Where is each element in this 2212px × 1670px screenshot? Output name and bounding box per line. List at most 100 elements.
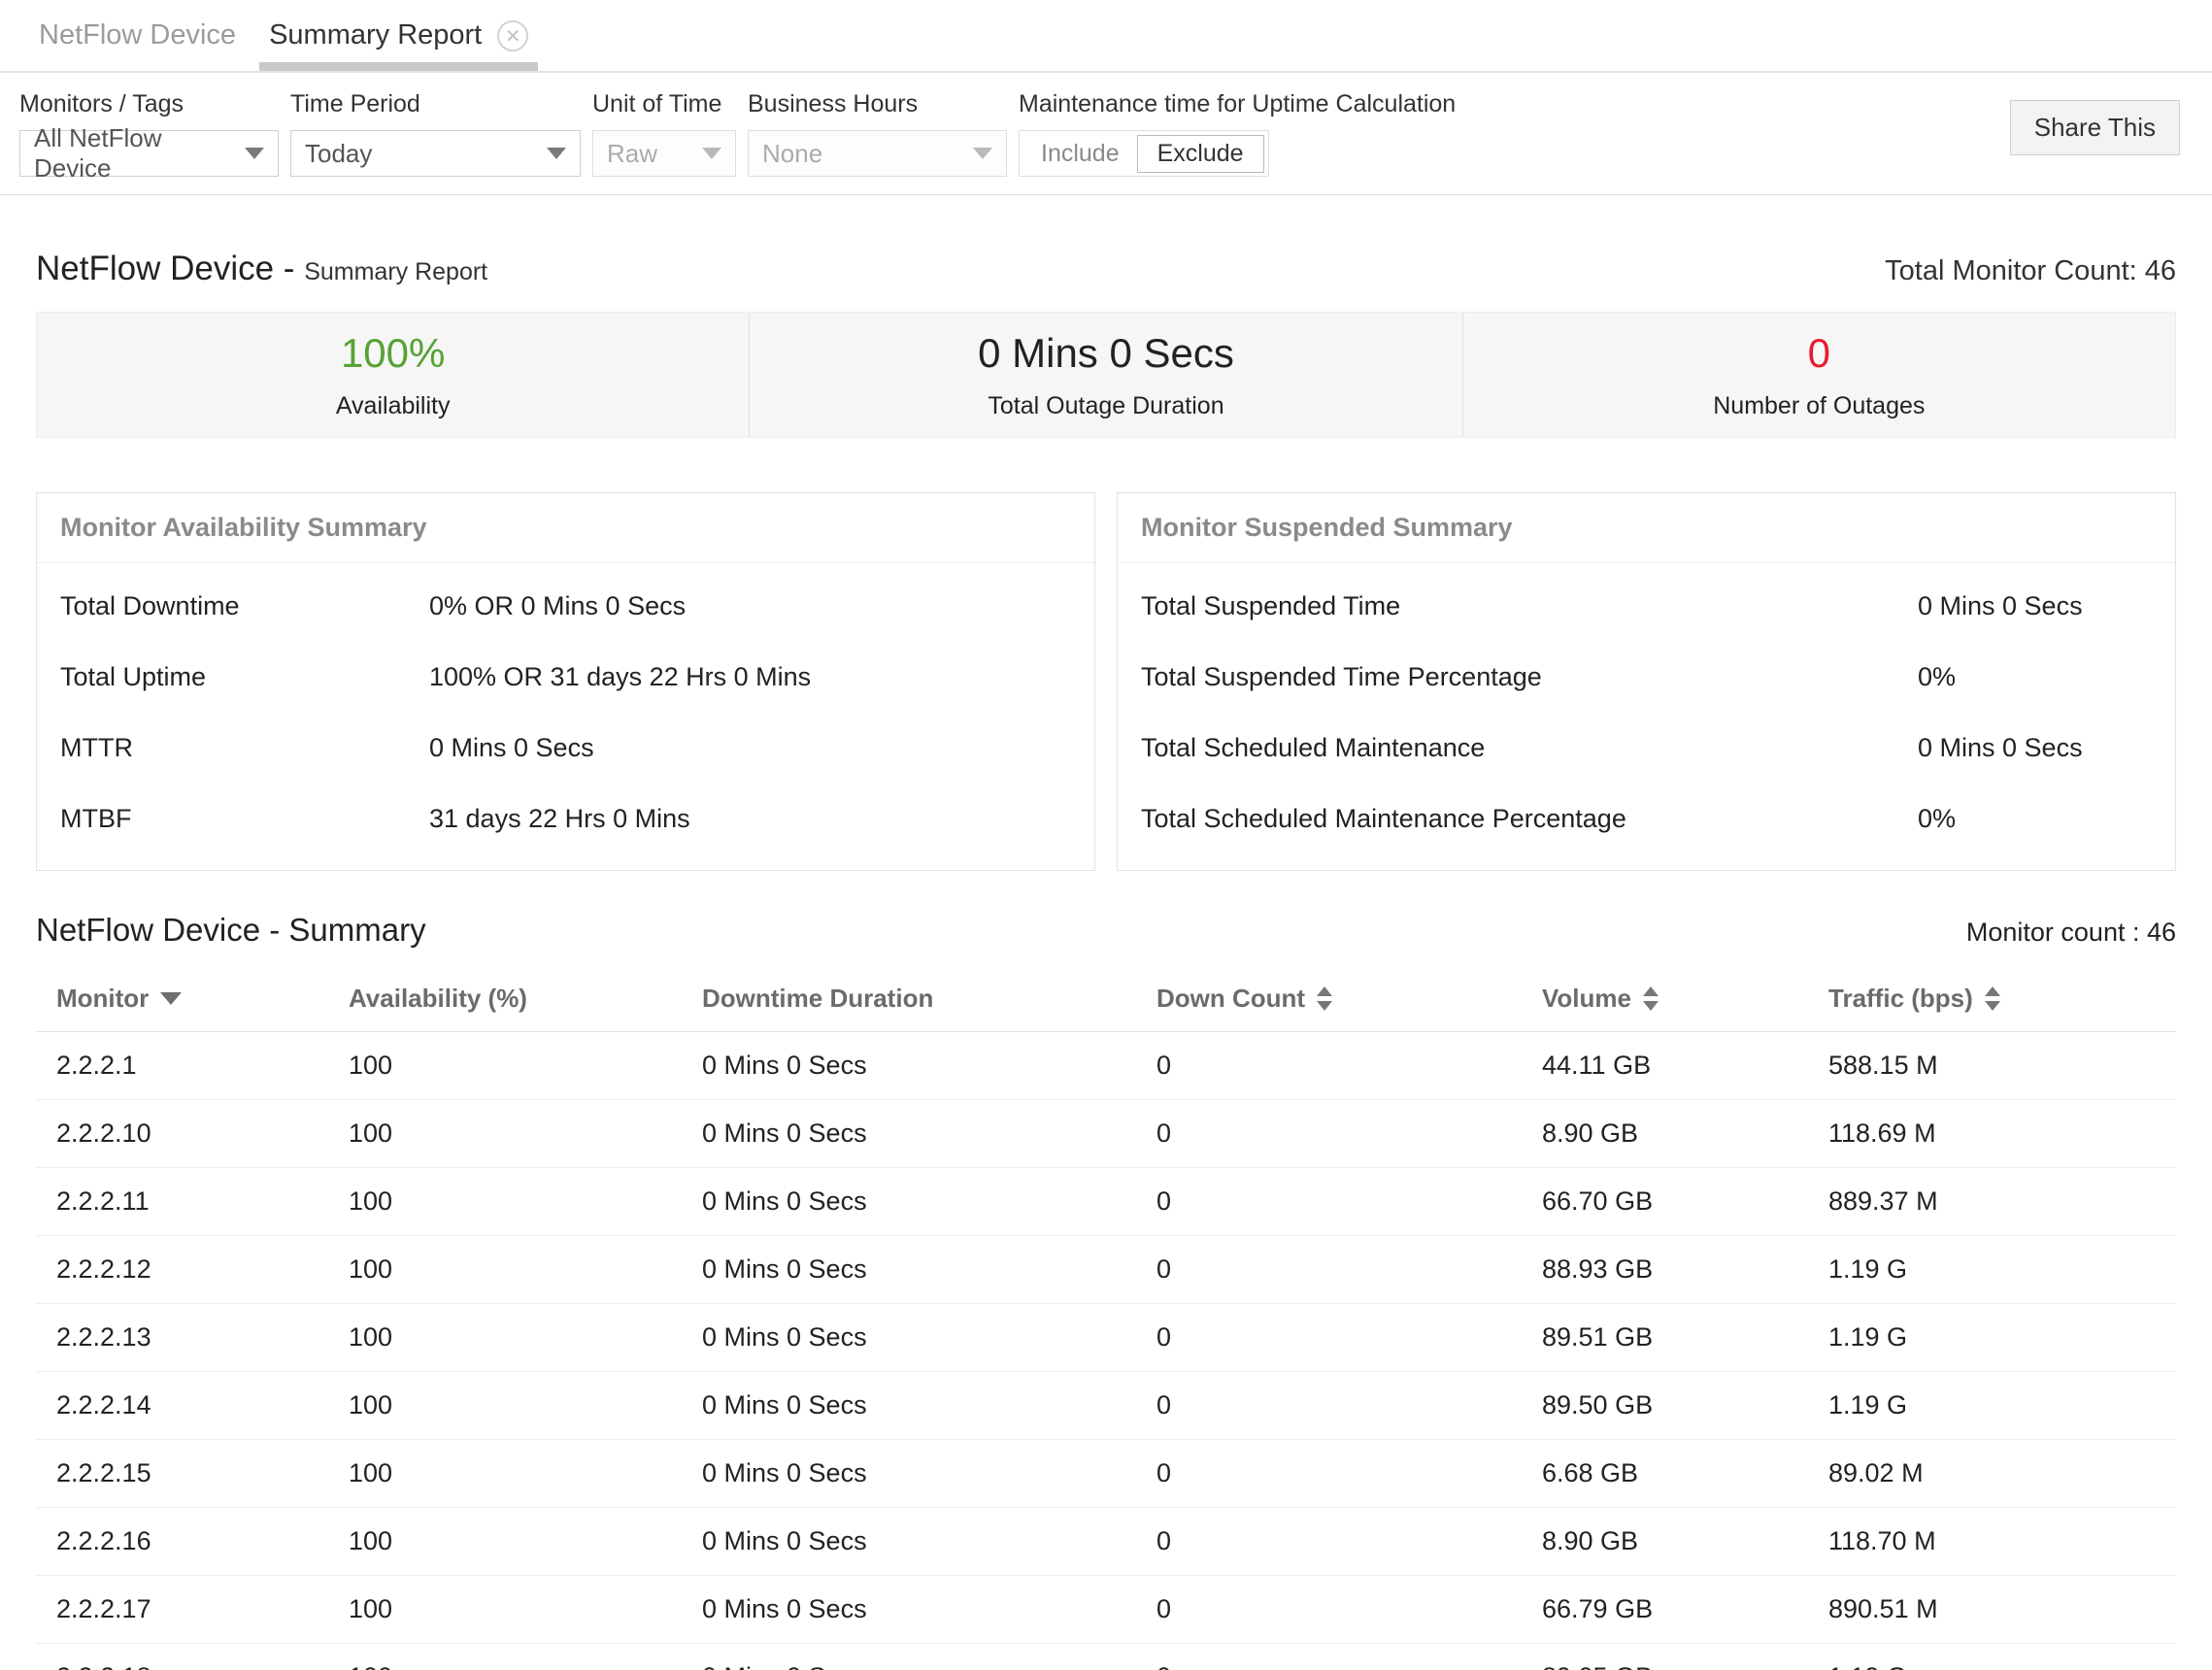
suspended-panel-title: Monitor Suspended Summary: [1118, 493, 2175, 563]
table-title-row: NetFlow Device - Summary Monitor count :…: [36, 912, 2176, 949]
row-label: Total Scheduled Maintenance Percentage: [1141, 804, 1918, 834]
business-hours-dropdown[interactable]: None: [748, 130, 1007, 177]
table-row: 2.2.2.101000 Mins 0 Secs08.90 GB118.69 M: [36, 1100, 2176, 1168]
row-value: 0 Mins 0 Secs: [1918, 733, 2083, 763]
panel-row: Total Scheduled Maintenance 0 Mins 0 Sec…: [1141, 713, 2152, 784]
column-header-down-count[interactable]: Down Count: [1156, 984, 1542, 1014]
table-cell: 100: [349, 1526, 702, 1556]
table-cell: 0: [1156, 1458, 1542, 1488]
unit-of-time-value: Raw: [607, 139, 657, 169]
table-row: 2.2.2.151000 Mins 0 Secs06.68 GB89.02 M: [36, 1440, 2176, 1508]
monitor-cell: 2.2.2.13: [56, 1322, 349, 1353]
monitor-cell: 2.2.2.14: [56, 1390, 349, 1420]
monitor-cell: 2.2.2.11: [56, 1186, 349, 1217]
column-header-availability[interactable]: Availability (%): [349, 984, 702, 1014]
table-cell: 0 Mins 0 Secs: [702, 1458, 1156, 1488]
table-cell: 890.51 M: [1828, 1594, 2176, 1624]
table-header-row: Monitor Availability (%)Downtime Duration…: [36, 970, 2176, 1032]
report-page: NetFlow Device - Summary Report Total Mo…: [0, 250, 2212, 1670]
table-cell: 0 Mins 0 Secs: [702, 1186, 1156, 1217]
close-icon[interactable]: ✕: [497, 20, 528, 51]
table-cell: 0: [1156, 1254, 1542, 1285]
number-of-outages-value: 0: [1808, 330, 1830, 377]
table-cell: 100: [349, 1186, 702, 1217]
column-header-volume[interactable]: Volume: [1542, 984, 1828, 1014]
table-cell: 0: [1156, 1390, 1542, 1420]
table-row: 2.2.2.161000 Mins 0 Secs08.90 GB118.70 M: [36, 1508, 2176, 1576]
monitor-cell: 2.2.2.1: [56, 1051, 349, 1081]
column-label: Monitor: [56, 984, 149, 1014]
table-body: 2.2.2.11000 Mins 0 Secs044.11 GB588.15 M…: [36, 1032, 2176, 1670]
column-label: Downtime Duration: [702, 984, 933, 1014]
table-cell: 0: [1156, 1662, 1542, 1670]
panel-row: Total Uptime 100% OR 31 days 22 Hrs 0 Mi…: [60, 642, 1071, 713]
chevron-down-icon: [973, 148, 992, 159]
table-cell: 0: [1156, 1051, 1542, 1081]
filter-business-hours: Business Hours None: [748, 90, 1007, 177]
sort-icon: [1985, 986, 2000, 1011]
tab-netflow-device[interactable]: NetFlow Device: [29, 0, 246, 71]
business-hours-label: Business Hours: [748, 90, 1007, 118]
table-cell: 118.70 M: [1828, 1526, 2176, 1556]
column-header-monitor[interactable]: Monitor: [56, 984, 349, 1014]
exclude-button[interactable]: Exclude: [1137, 135, 1264, 173]
table-cell: 88.93 GB: [1542, 1254, 1828, 1285]
table-cell: 89.51 GB: [1542, 1322, 1828, 1353]
table-cell: 0 Mins 0 Secs: [702, 1051, 1156, 1081]
table-cell: 100: [349, 1119, 702, 1149]
column-header-traffic-bps[interactable]: Traffic (bps): [1828, 984, 2176, 1014]
row-value: 0 Mins 0 Secs: [1918, 591, 2083, 621]
tab-bar: NetFlow Device Summary Report ✕: [0, 0, 2212, 73]
time-period-dropdown[interactable]: Today: [290, 130, 581, 177]
monitor-cell: 2.2.2.18: [56, 1662, 349, 1670]
monitors-tags-dropdown[interactable]: All NetFlow Device: [19, 130, 279, 177]
panel-row: Total Suspended Time Percentage 0%: [1141, 642, 2152, 713]
include-button[interactable]: Include: [1023, 136, 1137, 172]
monitor-suspended-summary-panel: Monitor Suspended Summary Total Suspende…: [1117, 492, 2176, 871]
table-cell: 8.90 GB: [1542, 1119, 1828, 1149]
row-label: MTTR: [60, 733, 429, 763]
time-period-label: Time Period: [290, 90, 581, 118]
monitors-tags-label: Monitors / Tags: [19, 90, 279, 118]
unit-of-time-dropdown[interactable]: Raw: [592, 130, 736, 177]
monitor-availability-summary-panel: Monitor Availability Summary Total Downt…: [36, 492, 1095, 871]
report-title-main: NetFlow Device -: [36, 250, 294, 287]
table-cell: 0: [1156, 1322, 1542, 1353]
row-value: 0% OR 0 Mins 0 Secs: [429, 591, 686, 621]
total-outage-duration-label: Total Outage Duration: [988, 392, 1223, 420]
table-cell: 0: [1156, 1186, 1542, 1217]
table-cell: 100: [349, 1662, 702, 1670]
table-cell: 0 Mins 0 Secs: [702, 1254, 1156, 1285]
stat-number-of-outages: 0 Number of Outages: [1462, 313, 2175, 437]
share-this-button[interactable]: Share This: [2010, 100, 2180, 155]
sort-desc-icon: [160, 992, 182, 1005]
table-cell: 100: [349, 1390, 702, 1420]
availability-value: 100%: [341, 330, 445, 377]
number-of-outages-label: Number of Outages: [1713, 392, 1925, 420]
business-hours-value: None: [762, 139, 822, 169]
row-value: 0%: [1918, 804, 1956, 834]
table-row: 2.2.2.131000 Mins 0 Secs089.51 GB1.19 G: [36, 1304, 2176, 1372]
filter-monitors-tags: Monitors / Tags All NetFlow Device: [19, 90, 279, 177]
table-cell: 0 Mins 0 Secs: [702, 1526, 1156, 1556]
table-cell: 0: [1156, 1119, 1542, 1149]
stat-availability: 100% Availability: [37, 313, 749, 437]
sort-icon: [1317, 986, 1332, 1011]
table-cell: 66.79 GB: [1542, 1594, 1828, 1624]
table-cell: 89.50 GB: [1542, 1390, 1828, 1420]
filter-time-period: Time Period Today: [290, 90, 581, 177]
tab-summary-report[interactable]: Summary Report ✕: [259, 0, 538, 71]
row-value: 0 Mins 0 Secs: [429, 733, 594, 763]
table-cell: 100: [349, 1254, 702, 1285]
panel-row: MTBF 31 days 22 Hrs 0 Mins: [60, 784, 1071, 854]
panel-row: Total Suspended Time 0 Mins 0 Secs: [1141, 571, 2152, 642]
table-cell: 0 Mins 0 Secs: [702, 1662, 1156, 1670]
summary-panels: Monitor Availability Summary Total Downt…: [36, 492, 2176, 871]
table-cell: 0 Mins 0 Secs: [702, 1322, 1156, 1353]
column-header-downtime-duration[interactable]: Downtime Duration: [702, 984, 1156, 1014]
row-value: 0%: [1918, 662, 1956, 692]
row-label: Total Suspended Time: [1141, 591, 1918, 621]
row-value: 100% OR 31 days 22 Hrs 0 Mins: [429, 662, 811, 692]
report-title-sub: Summary Report: [304, 258, 487, 285]
suspended-panel-body: Total Suspended Time 0 Mins 0 Secs Total…: [1118, 563, 2175, 870]
